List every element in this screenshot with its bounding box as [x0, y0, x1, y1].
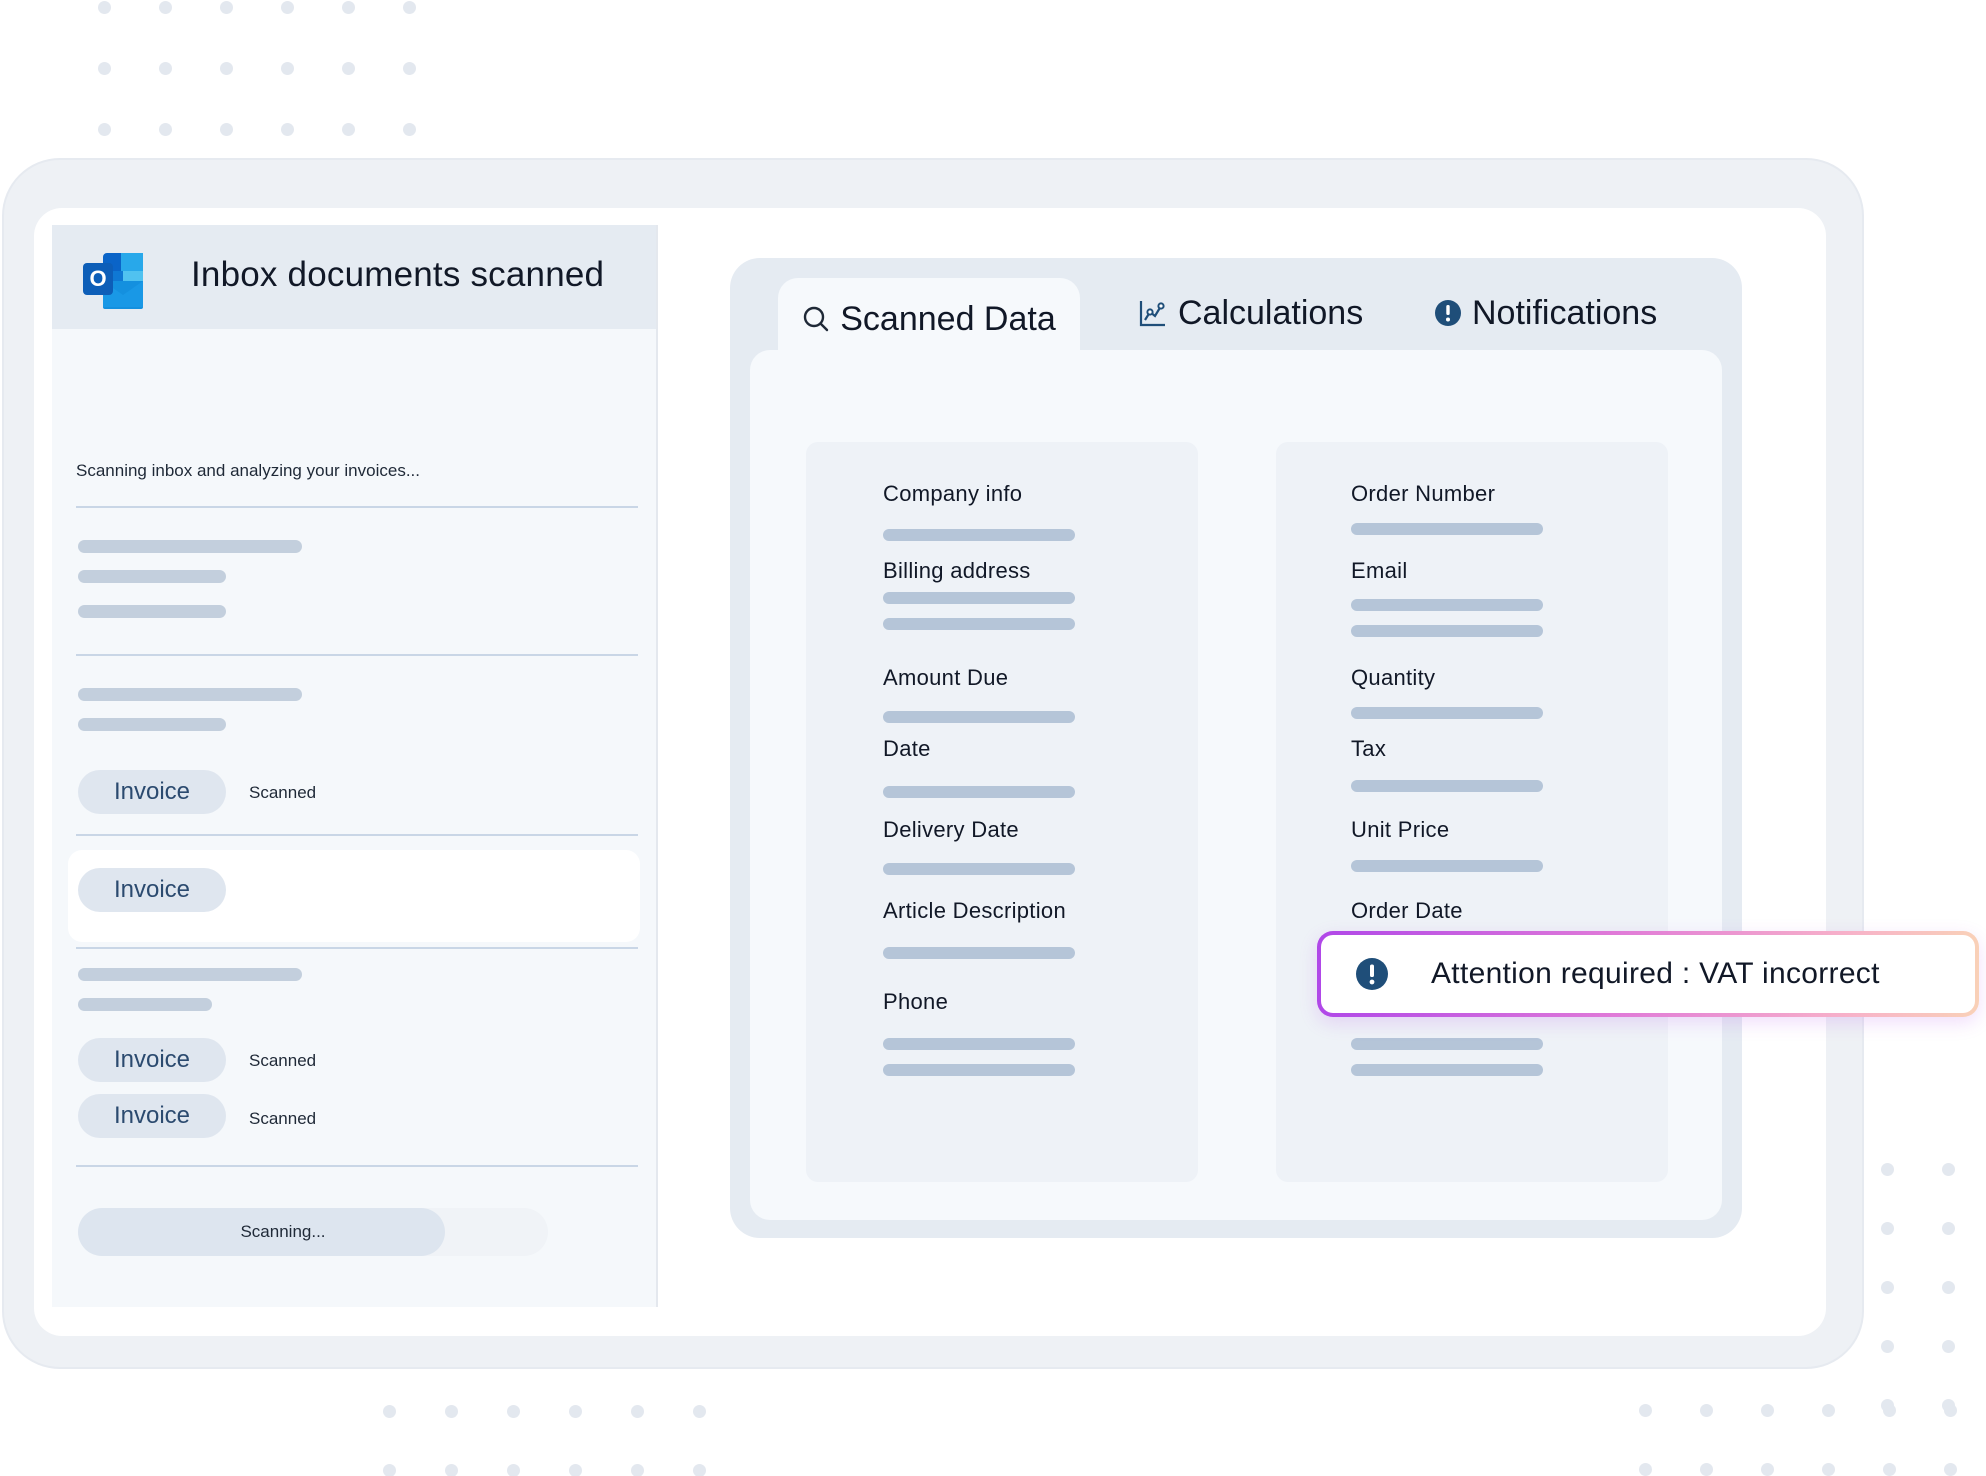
tab-notifications[interactable]: Notifications [1434, 278, 1657, 348]
field-value-placeholder [1351, 780, 1543, 792]
field-value-placeholder [883, 711, 1075, 723]
search-icon [804, 306, 829, 332]
field-article-description: Article Description [883, 898, 1066, 923]
field-billing-address: Billing address [883, 558, 1031, 583]
scanned-data-content: Company info Billing address Amount Due … [750, 350, 1722, 1220]
divider [76, 834, 638, 836]
divider [76, 654, 638, 656]
field-phone: Phone [883, 989, 949, 1014]
decorative-dots [1881, 1163, 1955, 1412]
skeleton-line [78, 968, 302, 981]
inbox-title: Inbox documents scanned [191, 255, 605, 294]
invoice-chip[interactable]: Invoice [78, 1038, 226, 1082]
field-value-placeholder [1351, 599, 1543, 611]
field-value-placeholder [1351, 860, 1543, 872]
scanned-status: Scanned [249, 1051, 317, 1070]
field-value-placeholder [1351, 625, 1543, 637]
inbox-header: O Inbox documents scanned [52, 225, 656, 329]
divider [76, 506, 638, 508]
alert-icon [1435, 300, 1461, 326]
progress-label: Scanning... [240, 1222, 326, 1241]
skeleton-line [78, 540, 302, 553]
skeleton-line [78, 570, 226, 583]
field-quantity: Quantity [1351, 665, 1436, 690]
field-value-placeholder [1351, 1064, 1543, 1076]
vat-alert-banner[interactable]: Attention required : VAT incorrect [1317, 931, 1979, 1017]
field-value-placeholder [1351, 1038, 1543, 1050]
scanning-progress-bar: Scanning... [78, 1208, 548, 1256]
alert-body: Attention required : VAT incorrect [1321, 935, 1975, 1013]
scanned-status: Scanned [249, 783, 317, 802]
field-delivery-date: Delivery Date [883, 817, 1019, 842]
field-value-placeholder [883, 1038, 1075, 1050]
decorative-dots [383, 1405, 706, 1476]
field-value-placeholder [883, 947, 1075, 959]
field-unit-price: Unit Price [1351, 817, 1450, 842]
field-value-placeholder [883, 592, 1075, 604]
tab-label: Scanned Data [840, 299, 1056, 338]
field-order-number: Order Number [1351, 481, 1496, 506]
field-order-date: Order Date [1351, 898, 1463, 923]
decorative-dots [98, 1, 416, 136]
skeleton-line [78, 688, 302, 701]
invoice-chip[interactable]: Invoice [78, 770, 226, 814]
field-value-placeholder [1351, 523, 1543, 535]
data-panel: Scanned Data Calculations Notifications … [730, 258, 1742, 1238]
inbox-panel: O Inbox documents scanned Scanning inbox… [52, 225, 658, 1307]
field-value-placeholder [883, 1064, 1075, 1076]
svg-text:O: O [89, 266, 106, 291]
tab-calculations[interactable]: Calculations [1138, 278, 1363, 348]
alert-text: Attention required : VAT incorrect [1431, 957, 1880, 990]
field-value-placeholder [883, 786, 1075, 798]
invoice-chip[interactable]: Invoice [78, 1094, 226, 1138]
app-canvas: O Inbox documents scanned Scanning inbox… [0, 0, 1986, 1476]
chart-icon [1139, 301, 1165, 327]
field-value-placeholder [883, 529, 1075, 541]
field-tax: Tax [1351, 736, 1387, 761]
tab-label: Calculations [1178, 293, 1364, 332]
tab-scanned-data[interactable]: Scanned Data [778, 278, 1080, 360]
skeleton-line [78, 605, 226, 618]
fields-column-right: Order Number Email Quantity Tax Unit Pri… [1276, 442, 1668, 1182]
skeleton-line [78, 998, 212, 1011]
outlook-icon: O [83, 253, 143, 309]
field-date: Date [883, 736, 931, 761]
divider [76, 947, 638, 949]
skeleton-line [78, 718, 226, 731]
field-value-placeholder [883, 618, 1075, 630]
field-amount-due: Amount Due [883, 665, 1009, 690]
exclamation-icon [1356, 958, 1388, 990]
scan-status-text: Scanning inbox and analyzing your invoic… [76, 461, 420, 480]
decorative-dots [1639, 1404, 1957, 1476]
field-company-info: Company info [883, 481, 1023, 506]
field-email: Email [1351, 558, 1408, 583]
scanned-status: Scanned [249, 1109, 317, 1128]
field-value-placeholder [1351, 707, 1543, 719]
invoice-chip[interactable]: Invoice [78, 868, 226, 912]
tab-label: Notifications [1472, 293, 1658, 332]
divider [76, 1165, 638, 1167]
fields-column-left: Company info Billing address Amount Due … [806, 442, 1198, 1182]
field-value-placeholder [883, 863, 1075, 875]
